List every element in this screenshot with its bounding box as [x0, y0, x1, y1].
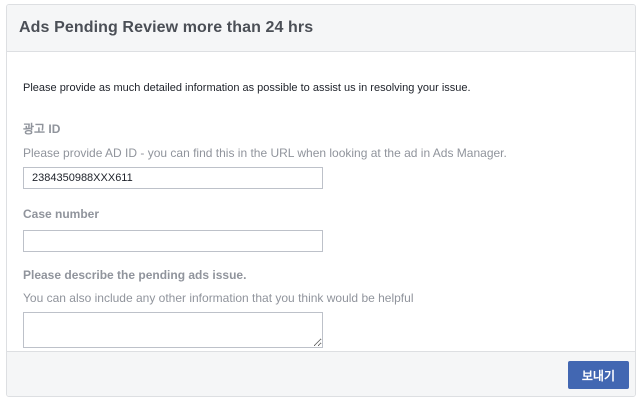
issue-description-field-group: Please describe the pending ads issue. Y… [23, 268, 635, 348]
ad-id-input[interactable] [23, 167, 323, 189]
issue-description-label: Please describe the pending ads issue. [23, 268, 247, 282]
case-number-label: Case number [23, 207, 100, 221]
ad-id-field-group: 광고 ID Please provide AD ID - you can fin… [23, 120, 635, 189]
case-number-input[interactable] [23, 230, 323, 252]
issue-description-textarea[interactable] [23, 312, 323, 348]
page-title: Ads Pending Review more than 24 hrs [19, 19, 314, 36]
issue-description-help-text: You can also include any other informati… [23, 291, 414, 305]
ad-id-label: 광고 ID [23, 122, 61, 136]
ad-id-help-text: Please provide AD ID - you can find this… [23, 146, 507, 160]
card-footer: 보내기 [7, 351, 635, 396]
submit-button[interactable]: 보내기 [567, 361, 629, 389]
card-header: Ads Pending Review more than 24 hrs [7, 5, 635, 52]
intro-text: Please provide as much detailed informat… [23, 82, 471, 94]
form-body: Please provide as much detailed informat… [7, 52, 635, 353]
case-number-field-group: Case number [23, 207, 635, 252]
support-form-card: Ads Pending Review more than 24 hrs Plea… [6, 4, 636, 397]
